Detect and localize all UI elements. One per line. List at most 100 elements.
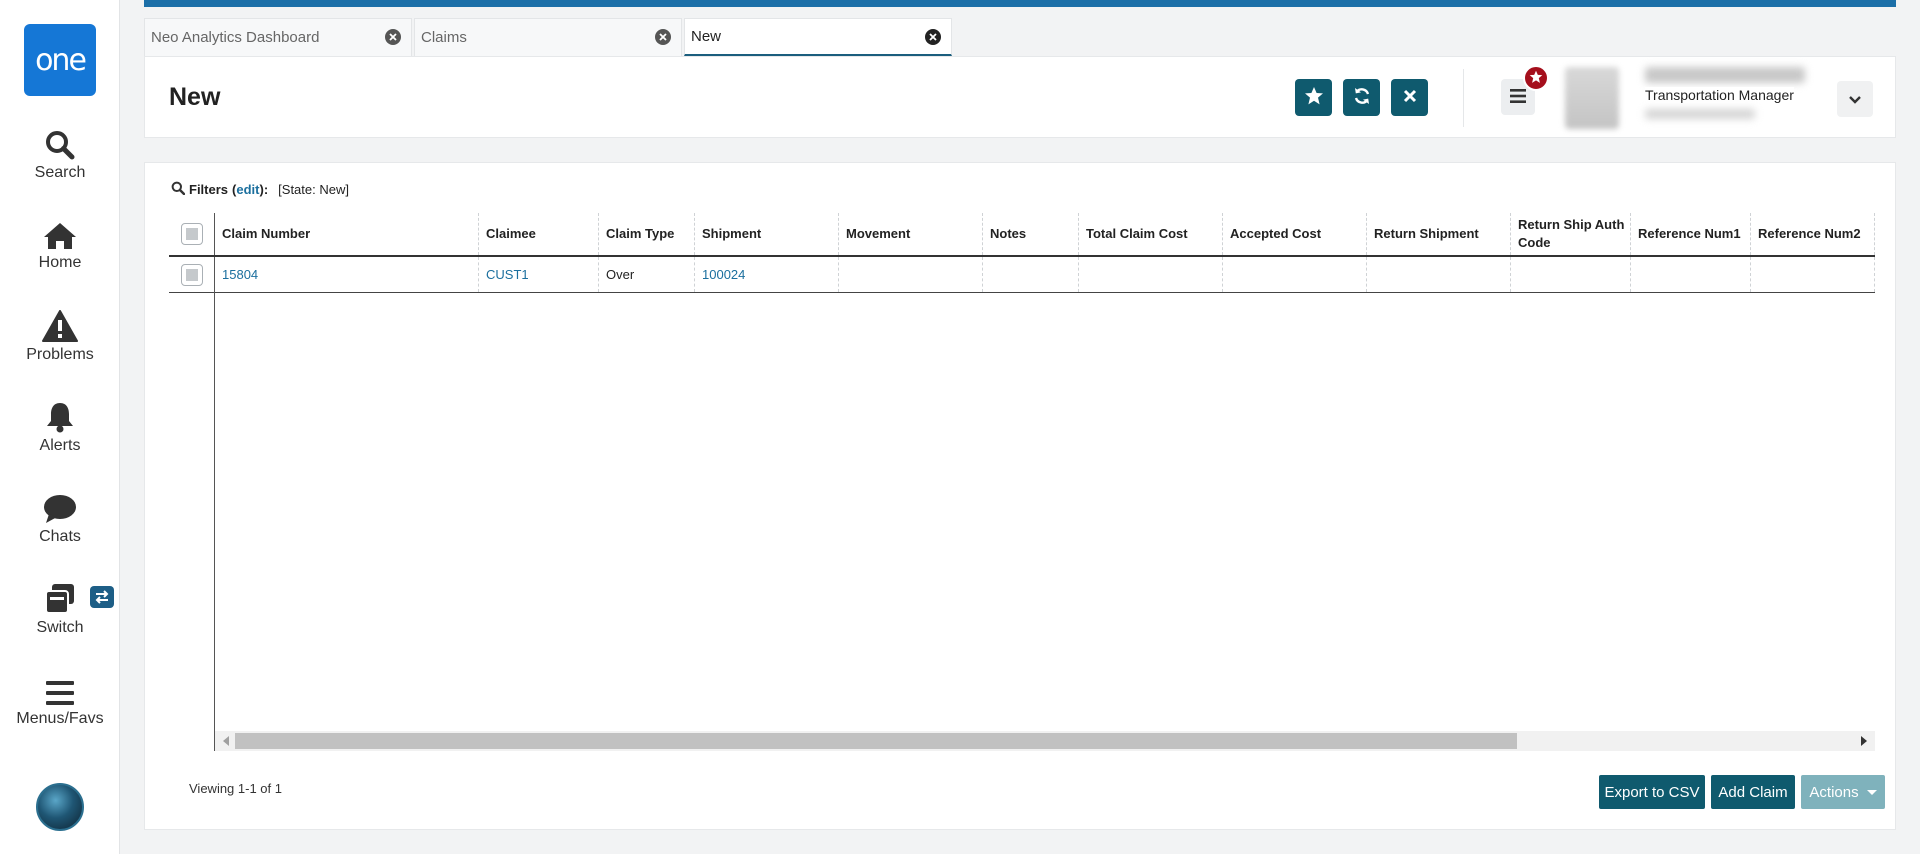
- cell-movement: [839, 257, 983, 292]
- caret-down-icon: [1866, 789, 1877, 795]
- col-notes[interactable]: Notes: [983, 213, 1079, 255]
- col-claim-number[interactable]: Claim Number: [215, 213, 479, 255]
- nav-label-problems: Problems: [26, 346, 94, 363]
- close-tab-icon[interactable]: [925, 29, 941, 45]
- pagination-summary: Viewing 1-1 of 1: [189, 781, 282, 796]
- scroll-right-arrow-icon[interactable]: [1861, 736, 1867, 746]
- table-row[interactable]: 15804 CUST1 Over 100024: [169, 257, 1875, 293]
- claimee-link[interactable]: CUST1: [486, 267, 529, 282]
- header-divider: [1463, 69, 1464, 127]
- actions-dropdown-button[interactable]: Actions: [1801, 775, 1885, 809]
- filters-bar: Filters ( edit ): [State: New]: [171, 181, 349, 198]
- col-reference-num2[interactable]: Reference Num2: [1751, 213, 1875, 255]
- nav-label-alerts: Alerts: [39, 437, 81, 454]
- row-checkbox[interactable]: [180, 263, 203, 286]
- cell-reference-num2: [1751, 257, 1875, 292]
- close-tab-icon[interactable]: [385, 29, 401, 45]
- hamburger-menu-icon: [0, 674, 120, 706]
- nav-label-switch: Switch: [36, 619, 84, 636]
- col-shipment[interactable]: Shipment: [695, 213, 839, 255]
- close-icon: [1403, 89, 1417, 106]
- scroll-left-arrow-icon[interactable]: [223, 736, 229, 746]
- nav-problems[interactable]: Problems: [0, 310, 120, 364]
- filters-edit-close: ):: [259, 182, 269, 197]
- table-header: Claim Number Claimee Claim Type Shipment…: [169, 213, 1875, 257]
- profile-name-redacted: [1645, 67, 1805, 83]
- cell-accepted-cost: [1223, 257, 1367, 292]
- top-accent-bar: [144, 0, 1896, 7]
- star-icon: [1529, 70, 1543, 87]
- cell-notes: [983, 257, 1079, 292]
- claim-number-link[interactable]: 15804: [222, 267, 258, 282]
- profile-subtitle-redacted: [1645, 109, 1755, 119]
- chat-bubble-icon: [0, 492, 120, 524]
- filters-label: Filters: [189, 182, 229, 197]
- profile-role: Transportation Manager: [1645, 87, 1794, 103]
- bell-icon: [0, 401, 120, 433]
- tab-neo-analytics-dashboard[interactable]: Neo Analytics Dashboard: [144, 18, 412, 56]
- home-icon: [0, 218, 120, 250]
- col-total-claim-cost[interactable]: Total Claim Cost: [1079, 213, 1223, 255]
- nav-search[interactable]: Search: [0, 128, 120, 182]
- col-accepted-cost[interactable]: Accepted Cost: [1223, 213, 1367, 255]
- search-icon: [171, 181, 186, 198]
- cell-return-ship-auth-code: [1511, 257, 1631, 292]
- col-return-ship-auth-code[interactable]: Return Ship Auth Code: [1511, 213, 1631, 255]
- col-reference-num1[interactable]: Reference Num1: [1631, 213, 1751, 255]
- tab-bar: Neo Analytics Dashboard Claims New: [144, 18, 954, 56]
- nav-chats[interactable]: Chats: [0, 492, 120, 546]
- nav-label-menus-favs: Menus/Favs: [16, 710, 104, 727]
- search-icon: [0, 128, 120, 160]
- claims-table: Claim Number Claimee Claim Type Shipment…: [169, 213, 1875, 293]
- claims-grid-card: Filters ( edit ): [State: New] Claim Num…: [144, 162, 1896, 830]
- cell-total-claim-cost: [1079, 257, 1223, 292]
- nav-menus-favs[interactable]: Menus/Favs: [0, 674, 120, 728]
- filters-edit-link[interactable]: edit: [236, 182, 259, 197]
- chevron-down-icon: [1849, 92, 1861, 107]
- export-csv-button[interactable]: Export to CSV: [1599, 775, 1705, 809]
- actions-label: Actions: [1809, 783, 1859, 801]
- favorites-badge[interactable]: [1523, 65, 1549, 91]
- user-avatar[interactable]: [36, 783, 84, 831]
- nav-home[interactable]: Home: [0, 218, 120, 272]
- cell-claimee: CUST1: [479, 257, 599, 292]
- close-page-button[interactable]: [1391, 79, 1428, 116]
- select-all-checkbox[interactable]: [180, 223, 203, 245]
- col-movement[interactable]: Movement: [839, 213, 983, 255]
- row-checkbox-cell: [169, 257, 215, 292]
- page-title: New: [169, 83, 221, 111]
- grid-left-border: [214, 287, 215, 751]
- hamburger-icon: [1510, 88, 1526, 106]
- col-return-shipment[interactable]: Return Shipment: [1367, 213, 1511, 255]
- one-logo[interactable]: one: [24, 24, 96, 96]
- nav-alerts[interactable]: Alerts: [0, 401, 120, 455]
- horizontal-scrollbar[interactable]: [215, 731, 1875, 751]
- refresh-icon: [1352, 86, 1372, 109]
- cell-shipment: 100024: [695, 257, 839, 292]
- nav-label-home: Home: [38, 254, 82, 271]
- select-all-checkbox-cell: [169, 213, 215, 255]
- shipment-link[interactable]: 100024: [702, 267, 745, 282]
- nav-label-chats: Chats: [39, 528, 81, 545]
- add-claim-button[interactable]: Add Claim: [1711, 775, 1795, 809]
- tab-claims[interactable]: Claims: [414, 18, 682, 56]
- left-navigation: one Search Home Problems Alerts Chats Sw…: [0, 0, 120, 854]
- filter-state-value: [State: New]: [278, 182, 349, 197]
- col-claim-type[interactable]: Claim Type: [599, 213, 695, 255]
- swap-arrows-icon[interactable]: [90, 586, 114, 608]
- cell-claim-number: 15804: [215, 257, 479, 292]
- scrollbar-thumb[interactable]: [235, 733, 1517, 749]
- refresh-button[interactable]: [1343, 79, 1380, 116]
- tab-new[interactable]: New: [684, 18, 952, 56]
- star-icon: [1304, 86, 1324, 109]
- profile-picture[interactable]: [1565, 67, 1619, 129]
- profile-menu-toggle[interactable]: [1837, 81, 1873, 117]
- cell-return-shipment: [1367, 257, 1511, 292]
- close-tab-icon[interactable]: [655, 29, 671, 45]
- tab-label: New: [691, 28, 722, 45]
- favorite-button[interactable]: [1295, 79, 1332, 116]
- tab-label: Neo Analytics Dashboard: [151, 29, 320, 46]
- page-header: New Transportation Manager: [144, 56, 1896, 138]
- col-claimee[interactable]: Claimee: [479, 213, 599, 255]
- nav-label-search: Search: [34, 164, 86, 181]
